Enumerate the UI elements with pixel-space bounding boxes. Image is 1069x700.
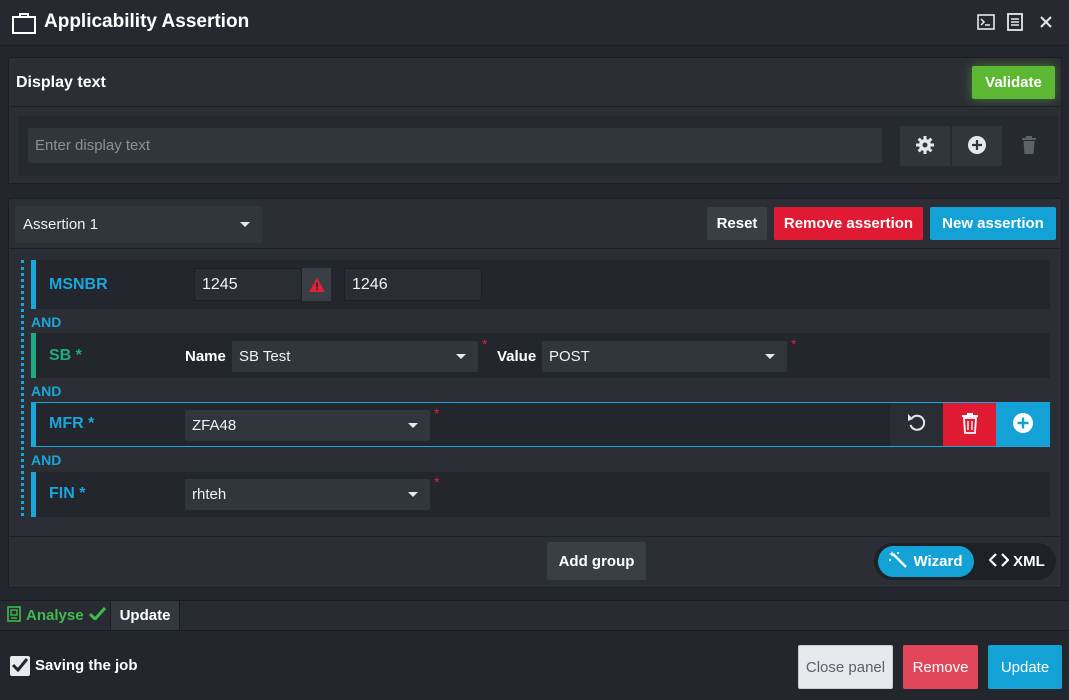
add-condition-button[interactable]	[996, 403, 1050, 446]
sb-value-select[interactable]: POST	[542, 341, 787, 372]
assertion-panel	[8, 198, 1062, 588]
required-mark: *	[434, 405, 440, 421]
condition-row-fin	[31, 472, 1050, 517]
row-indicator	[31, 260, 36, 309]
msnbr-from-value: 1245	[202, 275, 238, 293]
remove-button[interactable]: Remove	[903, 645, 978, 689]
required-mark: *	[791, 336, 797, 352]
document-icon[interactable]	[1004, 11, 1026, 33]
divider	[10, 106, 1060, 107]
code-icon	[988, 552, 1010, 571]
magic-wand-icon	[889, 550, 909, 573]
tab-update-label: Update	[119, 607, 171, 624]
reset-button[interactable]: Reset	[707, 207, 767, 240]
window-title: Applicability Assertion	[44, 11, 250, 32]
undo-button[interactable]	[890, 403, 943, 446]
divider	[10, 536, 1060, 537]
close-panel-button[interactable]: Close panel	[798, 645, 893, 689]
fin-value: rhteh	[192, 486, 227, 503]
chevron-down-icon	[765, 354, 775, 359]
display-text-label: Display text	[16, 74, 106, 91]
assertion-select[interactable]: Assertion 1	[15, 206, 262, 243]
msnbr-from-input[interactable]: 1245	[194, 268, 302, 301]
check-icon	[88, 606, 106, 624]
xml-mode-button[interactable]: XML	[984, 546, 1050, 577]
gear-icon	[915, 135, 935, 158]
trash-icon	[1020, 135, 1038, 158]
mfr-label: MFR *	[49, 415, 95, 432]
row-indicator	[31, 472, 36, 517]
assertion-select-value: Assertion 1	[23, 216, 99, 233]
and-label: AND	[31, 383, 62, 399]
saving-label: Saving the job	[35, 657, 138, 674]
new-assertion-button[interactable]: New assertion	[930, 207, 1056, 240]
analyse-icon	[7, 605, 21, 626]
msnbr-label: MSNBR	[49, 276, 108, 293]
sb-value-value: POST	[549, 348, 590, 365]
chevron-down-icon	[456, 354, 466, 359]
warning-icon	[302, 268, 331, 301]
wizard-label: Wizard	[913, 553, 963, 570]
and-label: AND	[31, 314, 62, 330]
condition-row-sb	[31, 333, 1050, 378]
validate-button[interactable]: Validate	[972, 66, 1055, 99]
wizard-mode-button[interactable]: Wizard	[878, 546, 974, 577]
and-label: AND	[31, 452, 62, 468]
row-indicator	[31, 402, 36, 447]
chevron-down-icon	[408, 492, 418, 497]
remove-assertion-button[interactable]: Remove assertion	[774, 207, 923, 240]
group-connector-line	[21, 260, 24, 516]
mfr-value: ZFA48	[192, 417, 237, 434]
undo-icon	[906, 412, 928, 437]
chevron-down-icon	[408, 423, 418, 428]
sb-name-select[interactable]: SB Test	[232, 341, 478, 372]
xml-label: XML	[1013, 553, 1045, 570]
required-mark: *	[482, 336, 488, 352]
plus-circle-icon	[1012, 412, 1034, 437]
saving-checkbox[interactable]	[10, 656, 30, 676]
update-button[interactable]: Update	[988, 645, 1062, 689]
chevron-down-icon	[240, 222, 250, 227]
sb-value-label: Value	[497, 348, 537, 365]
tab-update[interactable]: Update	[110, 601, 180, 630]
sb-name-label: Name	[185, 348, 226, 365]
msnbr-to-input[interactable]: 1246	[344, 268, 482, 301]
condition-row-msnbr	[31, 260, 1050, 309]
required-mark: *	[434, 474, 440, 490]
sb-name-value: SB Test	[239, 348, 291, 365]
trash-icon	[961, 412, 979, 437]
checkmark-icon	[11, 657, 29, 675]
briefcase-icon	[12, 11, 36, 35]
close-icon[interactable]	[1035, 11, 1057, 33]
divider	[10, 248, 1060, 249]
msnbr-to-value: 1246	[352, 275, 388, 293]
delete-display-button[interactable]	[1004, 126, 1054, 166]
settings-button[interactable]	[900, 126, 950, 166]
display-text-input[interactable]	[28, 128, 882, 163]
add-display-button[interactable]	[952, 126, 1002, 166]
mfr-select[interactable]: ZFA48	[185, 410, 430, 441]
tab-analyse[interactable]: Analyse	[0, 601, 109, 630]
add-group-button[interactable]: Add group	[547, 542, 646, 580]
plus-circle-icon	[967, 135, 987, 158]
sb-label: SB *	[49, 347, 82, 364]
terminal-icon[interactable]	[975, 11, 997, 33]
fin-select[interactable]: rhteh	[185, 479, 430, 510]
row-indicator	[31, 333, 36, 378]
tab-analyse-label: Analyse	[26, 607, 84, 624]
delete-condition-button[interactable]	[943, 403, 996, 446]
fin-label: FIN *	[49, 485, 86, 502]
